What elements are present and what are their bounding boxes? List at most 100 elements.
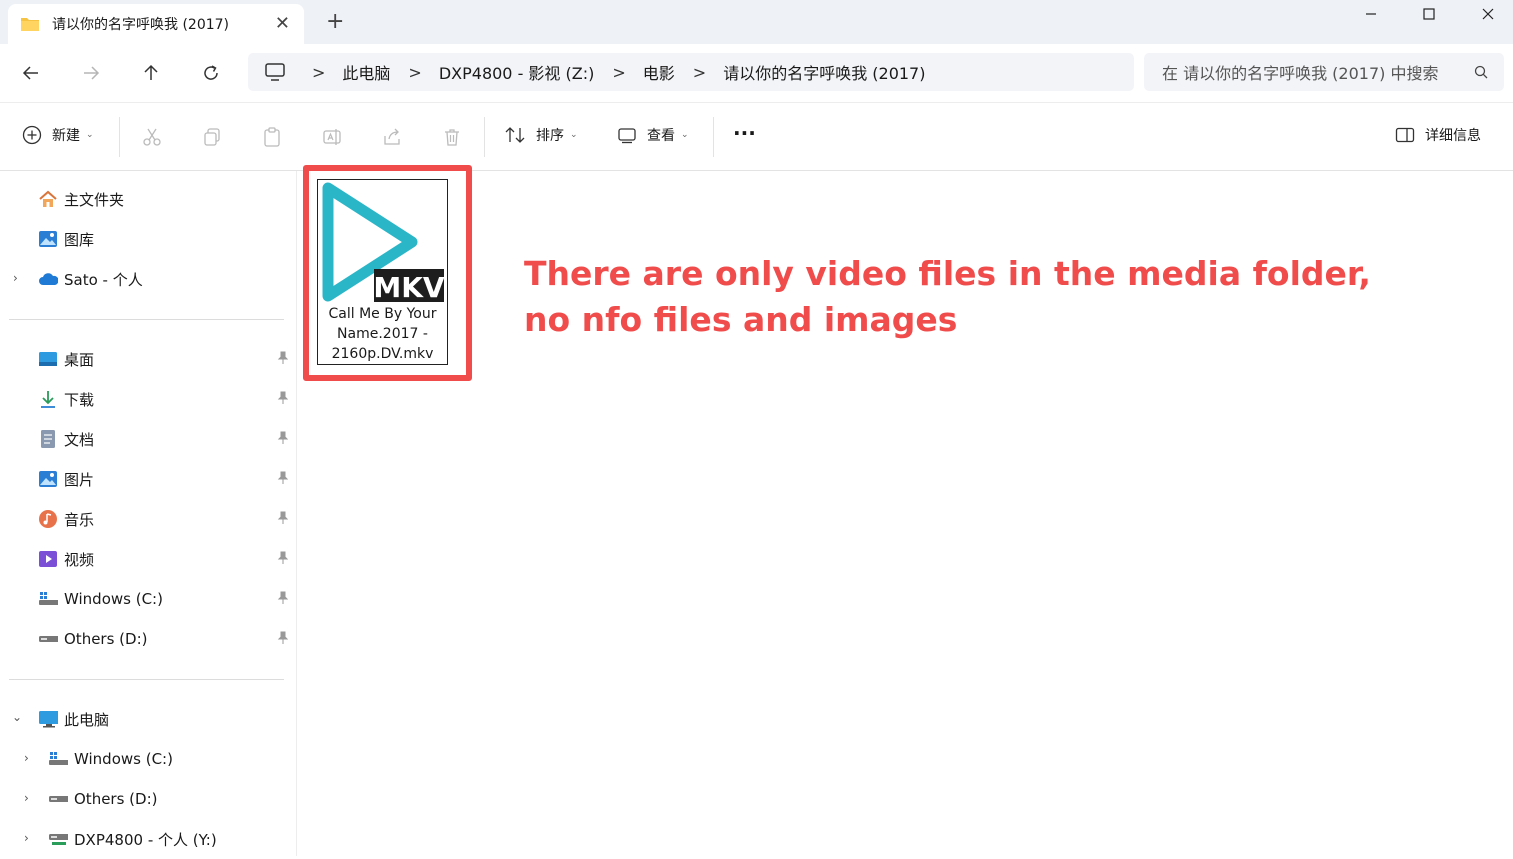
breadcrumb-this-pc[interactable]: 此电脑 (342, 60, 390, 84)
chevron-down-icon: ⌄ (570, 130, 578, 140)
minimize-icon (1366, 13, 1376, 15)
pin-icon[interactable] (277, 391, 289, 405)
sidebar-item-pc-windows-c[interactable]: › Windows (C:) (0, 739, 295, 779)
videos-icon (38, 549, 58, 569)
sort-button-label: 排序 (536, 128, 564, 144)
scissors-icon (143, 128, 161, 146)
pin-icon[interactable] (277, 591, 289, 605)
cut-button[interactable] (140, 125, 164, 149)
chevron-right-icon[interactable]: › (24, 751, 29, 765)
close-window-button[interactable] (1459, 0, 1513, 28)
details-pane-button[interactable]: 详细信息 (1395, 125, 1481, 145)
new-tab-button[interactable]: + (326, 11, 344, 33)
maximize-button[interactable] (1400, 0, 1458, 28)
sidebar-item-label: 音乐 (64, 510, 95, 529)
minimize-button[interactable] (1342, 0, 1400, 28)
breadcrumb-drive-z[interactable]: DXP4800 - 影视 (Z:) (439, 60, 595, 84)
pin-icon[interactable] (277, 351, 289, 365)
navigation-pane: 主文件夹 图库 › Sato - 个人 桌面 下载 文档 图片 音乐 视频 Wi… (0, 171, 297, 856)
sidebar-item-videos[interactable]: 视频 (0, 539, 295, 579)
pin-icon[interactable] (277, 631, 289, 645)
drive-icon (48, 789, 68, 809)
windows-drive-icon (38, 589, 58, 609)
sidebar-item-pc-others-d[interactable]: › Others (D:) (0, 779, 295, 819)
sidebar-item-home[interactable]: 主文件夹 (0, 179, 295, 219)
new-button[interactable]: 新建 ⌄ (22, 125, 94, 145)
address-row: > 此电脑 > DXP4800 - 影视 (Z:) > 电影 > 请以你的名字呼… (0, 44, 1513, 102)
chevron-down-icon[interactable]: ⌄ (12, 710, 22, 724)
sidebar-item-downloads[interactable]: 下载 (0, 379, 295, 419)
windows-drive-icon (48, 749, 68, 769)
annotation-line: There are only video files in the media … (524, 254, 1371, 293)
drive-icon (38, 629, 58, 649)
details-pane-label: 详细信息 (1425, 128, 1481, 144)
folder-icon (21, 18, 39, 31)
sidebar-item-label: 主文件夹 (64, 190, 125, 209)
pin-icon[interactable] (277, 431, 289, 445)
sidebar-item-pc-dxp4800-y[interactable]: › DXP4800 - 个人 (Y:) (0, 819, 295, 859)
sidebar-item-label: 下载 (64, 390, 95, 409)
share-button[interactable] (380, 125, 404, 149)
sidebar-item-music[interactable]: 音乐 (0, 499, 295, 539)
chevron-right-icon[interactable]: › (24, 831, 29, 845)
breadcrumb-movies[interactable]: 电影 (643, 60, 675, 84)
breadcrumb-current-folder[interactable]: 请以你的名字呼唤我 (2017) (723, 60, 925, 84)
refresh-button[interactable] (196, 58, 226, 88)
file-type-badge: MKV (373, 271, 445, 304)
sidebar-divider (9, 319, 284, 320)
desktop-icon (38, 349, 58, 369)
search-placeholder: 在 请以你的名字呼唤我 (2017) 中搜索 (1162, 64, 1439, 83)
chevron-right-icon[interactable]: › (24, 791, 29, 805)
file-item-mkv[interactable]: MKV Call Me By Your Name.2017 - 2160p.DV… (317, 179, 448, 365)
pin-icon[interactable] (277, 511, 289, 525)
sidebar-item-documents[interactable]: 文档 (0, 419, 295, 459)
network-drive-icon (48, 829, 68, 849)
file-name-label: Call Me By Your Name.2017 - 2160p.DV.mkv (318, 304, 447, 364)
sidebar-item-desktop[interactable]: 桌面 (0, 339, 295, 379)
sidebar-item-label: Windows (C:) (64, 590, 163, 608)
more-options-button[interactable]: ··· (733, 121, 756, 145)
address-bar[interactable]: > 此电脑 > DXP4800 - 影视 (Z:) > 电影 > 请以你的名字呼… (248, 53, 1134, 91)
sidebar-item-label: 图片 (64, 470, 95, 489)
sidebar-item-pictures[interactable]: 图片 (0, 459, 295, 499)
sidebar-item-label: 图库 (64, 230, 95, 249)
chevron-right-icon[interactable]: › (13, 271, 18, 285)
breadcrumb-separator: > (312, 62, 326, 82)
pin-icon[interactable] (277, 471, 289, 485)
sidebar-item-others-d[interactable]: Others (D:) (0, 619, 295, 659)
forward-button[interactable] (76, 58, 106, 88)
sidebar-item-label: 此电脑 (64, 710, 110, 729)
breadcrumb-separator: > (692, 62, 707, 82)
up-button[interactable] (136, 58, 166, 88)
search-input[interactable]: 在 请以你的名字呼唤我 (2017) 中搜索 (1144, 53, 1504, 91)
delete-button[interactable] (440, 125, 464, 149)
copy-button[interactable] (200, 125, 224, 149)
window-tab[interactable]: 请以你的名字呼唤我 (2017) ✕ (8, 4, 304, 44)
computer-icon (265, 63, 285, 81)
paste-button[interactable] (260, 125, 284, 149)
title-bar: 请以你的名字呼唤我 (2017) ✕ + (0, 0, 1513, 44)
search-icon[interactable] (1474, 65, 1488, 79)
new-button-label: 新建 (52, 128, 80, 144)
rename-icon (323, 129, 341, 145)
view-button[interactable]: 查看 ⌄ (617, 125, 689, 145)
sidebar-item-this-pc[interactable]: ⌄ 此电脑 (0, 699, 295, 739)
view-icon (618, 128, 636, 144)
more-icon: ··· (733, 121, 756, 145)
sidebar-item-label: Others (D:) (74, 790, 158, 808)
back-button[interactable] (16, 58, 46, 88)
sidebar-item-label: Windows (C:) (74, 750, 173, 768)
sidebar-item-onedrive[interactable]: › Sato - 个人 (0, 259, 295, 299)
tab-close-icon[interactable]: ✕ (275, 14, 290, 34)
view-button-label: 查看 (647, 128, 675, 144)
annotation-line: no nfo files and images (524, 300, 958, 339)
sort-button[interactable]: 排序 ⌄ (504, 125, 578, 145)
toolbar-divider (119, 117, 120, 157)
sidebar-item-windows-c[interactable]: Windows (C:) (0, 579, 295, 619)
pin-icon[interactable] (277, 551, 289, 565)
music-icon (38, 509, 58, 529)
rename-button[interactable] (320, 125, 344, 149)
details-pane-icon (1395, 127, 1415, 143)
file-name-line: 2160p.DV.mkv (331, 346, 434, 362)
sidebar-item-gallery[interactable]: 图库 (0, 219, 295, 259)
